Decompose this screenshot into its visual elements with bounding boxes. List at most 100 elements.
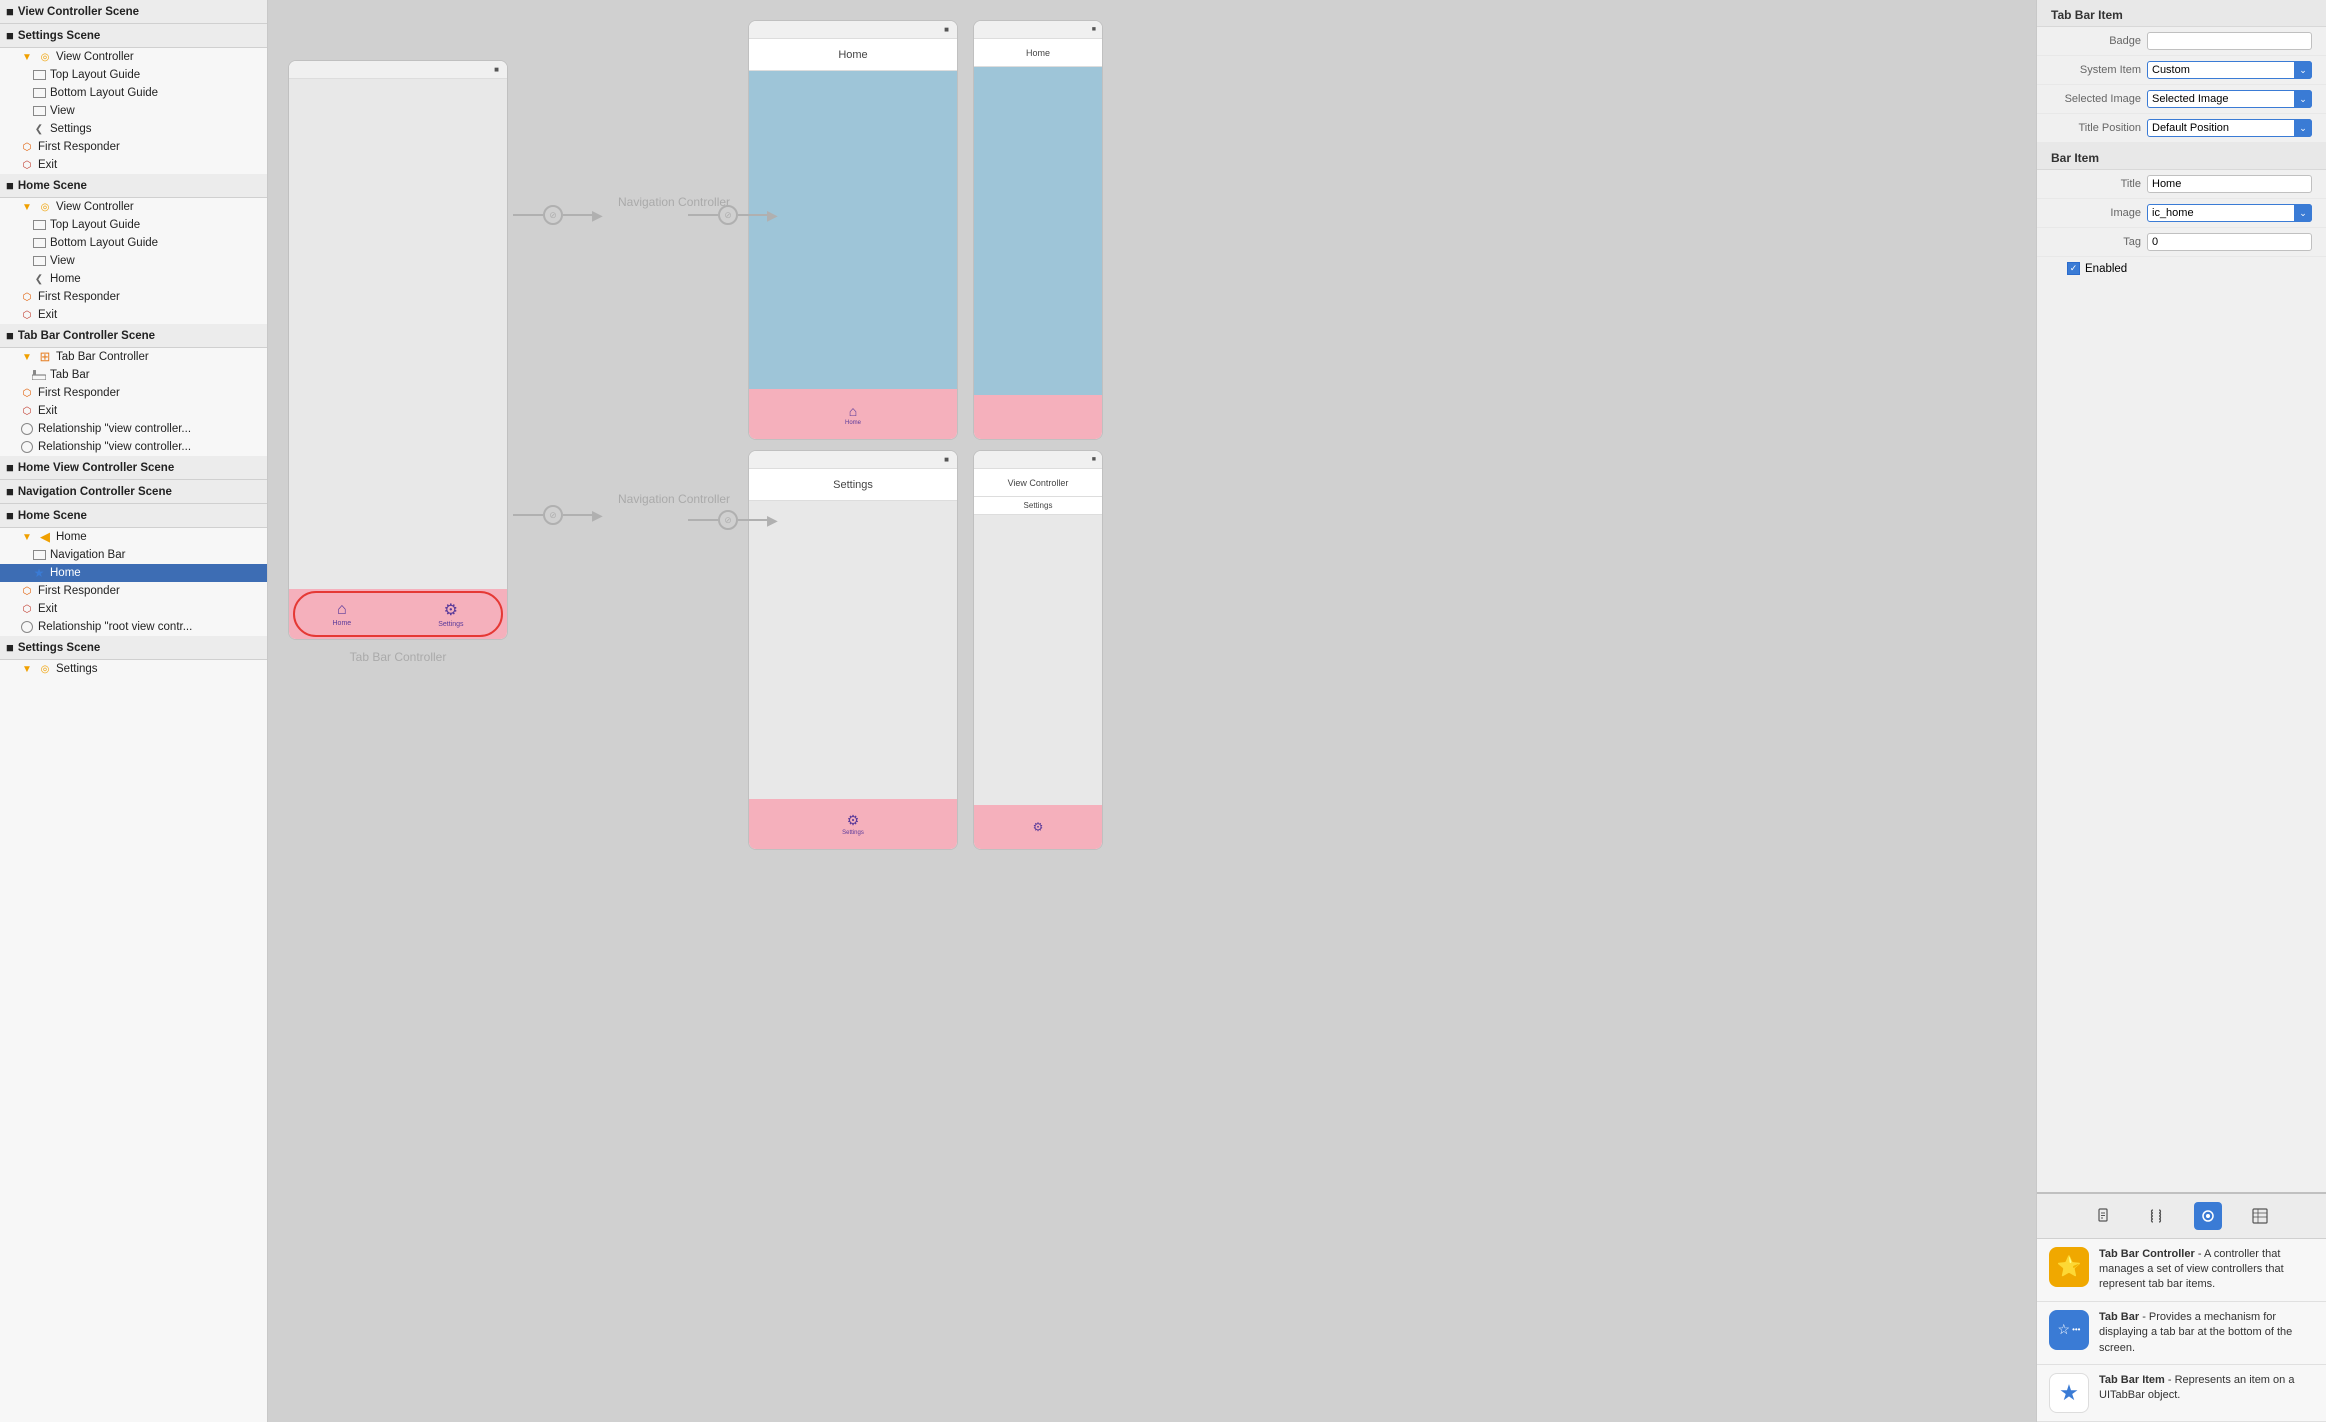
title-value[interactable] <box>2147 175 2312 193</box>
tbc-info-title: Tab Bar Controller <box>2099 1248 2195 1260</box>
systemitem-select[interactable]: Custom More Favorites Featured Top Rated… <box>2147 61 2312 79</box>
circle-icon <box>20 440 34 454</box>
tab-curly-btn[interactable] <box>2142 1202 2170 1230</box>
scene-home[interactable]: ■ Home Scene <box>0 174 267 198</box>
exit-icon: ⬡ <box>20 308 34 322</box>
enabled-label: Enabled <box>2085 263 2127 275</box>
image-row: Image ic_home ⌄ <box>2037 199 2326 228</box>
tree-item[interactable]: ⬡ Exit <box>0 402 267 420</box>
selectedimage-select-wrap[interactable]: Selected Image ⌄ <box>2147 90 2312 108</box>
tree-item[interactable]: ⬡ First Responder <box>0 384 267 402</box>
tree-item[interactable]: Bottom Layout Guide <box>0 234 267 252</box>
tree-item[interactable]: ⬡ Exit <box>0 156 267 174</box>
vc-phone2-title: View Controller <box>1008 478 1069 488</box>
scene-home2[interactable]: ■ Home Scene <box>0 504 267 528</box>
image-select[interactable]: ic_home <box>2147 204 2312 222</box>
tree-item[interactable]: ▼ ⊞ Tab Bar Controller <box>0 348 267 366</box>
scene-label: Tab Bar Controller Scene <box>18 330 155 342</box>
home-phone: ■ Home ⌂ Home <box>748 20 958 440</box>
item-label: Top Layout Guide <box>50 69 140 81</box>
scene-label: Home Scene <box>18 180 87 192</box>
tree-item[interactable]: ▼ ◀ Home <box>0 528 267 546</box>
tree-item[interactable]: View <box>0 252 267 270</box>
tree-item[interactable]: ▼ ◎ View Controller <box>0 198 267 216</box>
tree-item[interactable]: Top Layout Guide <box>0 66 267 84</box>
image-label: Image <box>2051 207 2141 219</box>
tree-item[interactable]: Relationship "view controller... <box>0 420 267 438</box>
select-arrow-icon4: ⌄ <box>2294 204 2312 222</box>
rect-icon <box>32 86 46 100</box>
canvas: ■ ⌂ Home ⚙ Settings <box>268 0 2036 1422</box>
item-label: Relationship "root view contr... <box>38 621 192 633</box>
scene-icon: ■ <box>6 508 14 523</box>
scene-homevc[interactable]: ■ Home View Controller Scene <box>0 456 267 480</box>
titleposition-label: Title Position <box>2051 122 2141 134</box>
rect-icon <box>32 254 46 268</box>
badge-value[interactable] <box>2147 32 2312 50</box>
tag-input[interactable] <box>2147 233 2312 251</box>
item-label: View <box>50 255 75 267</box>
tab-table-btn[interactable] <box>2246 1202 2274 1230</box>
tree-item[interactable]: ❮ Home <box>0 270 267 288</box>
enabled-checkbox[interactable]: ✓ <box>2067 262 2080 275</box>
tree-item[interactable]: ⬡ First Responder <box>0 288 267 306</box>
selectedimage-label: Selected Image <box>2051 93 2141 105</box>
tab-file-btn[interactable] <box>2090 1202 2118 1230</box>
item-label: Top Layout Guide <box>50 219 140 231</box>
selectedimage-select[interactable]: Selected Image <box>2147 90 2312 108</box>
tree-item[interactable]: ❮ Settings <box>0 120 267 138</box>
image-select-wrap[interactable]: ic_home ⌄ <box>2147 204 2312 222</box>
tree-item[interactable]: ⬡ Exit <box>0 600 267 618</box>
tree-item[interactable]: Top Layout Guide <box>0 216 267 234</box>
vc-phone: ■ Home <box>973 20 1103 440</box>
scene-view-controller[interactable]: ■ View Controller Scene <box>0 0 267 24</box>
tree-item[interactable]: ⬡ First Responder <box>0 138 267 156</box>
tree-item[interactable]: ▼ ◎ Settings <box>0 660 267 678</box>
selectedimage-row: Selected Image Selected Image ⌄ <box>2037 85 2326 114</box>
tree-item[interactable]: Bottom Layout Guide <box>0 84 267 102</box>
badge-input[interactable] <box>2147 32 2312 50</box>
arrow2: ⊘ ▶ <box>513 505 603 525</box>
tabbar-info-text: Tab Bar - Provides a mechanism for displ… <box>2099 1310 2314 1356</box>
scene-navctrl[interactable]: ■ Navigation Controller Scene <box>0 480 267 504</box>
tbc-phone-frame: ■ ⌂ Home ⚙ Settings <box>288 60 508 640</box>
tag-label: Tag <box>2051 236 2141 248</box>
systemitem-select-wrap[interactable]: Custom More Favorites Featured Top Rated… <box>2147 61 2312 79</box>
item-label: First Responder <box>38 141 120 153</box>
tabbaritem-section-title: Tab Bar Item <box>2037 0 2326 27</box>
tree-item[interactable]: Relationship "root view contr... <box>0 618 267 636</box>
title-input[interactable] <box>2147 175 2312 193</box>
tree-item[interactable]: Tab Bar <box>0 366 267 384</box>
right-bottom: ⭐ Tab Bar Controller - A controller that… <box>2037 1192 2326 1422</box>
item-label: Home <box>50 567 81 579</box>
title-label: Title <box>2051 178 2141 190</box>
scene-icon: ■ <box>6 460 14 475</box>
info-tabbar: ☆ ••• Tab Bar - Provides a mechanism for… <box>2037 1302 2326 1365</box>
tree-item[interactable]: ⬡ Exit <box>0 306 267 324</box>
tbc-icon: ⭐ <box>2049 1247 2089 1287</box>
tree-item[interactable]: Navigation Bar <box>0 546 267 564</box>
rect-icon <box>32 236 46 250</box>
titleposition-select[interactable]: Default Position Above Image Below Image… <box>2147 119 2312 137</box>
tree-item-home-selected[interactable]: ★ Home <box>0 564 267 582</box>
titleposition-select-wrap[interactable]: Default Position Above Image Below Image… <box>2147 119 2312 137</box>
tag-value[interactable] <box>2147 233 2312 251</box>
responder-icon: ⬡ <box>20 386 34 400</box>
nav-icon: ◀ <box>38 530 52 544</box>
systemitem-row: System Item Custom More Favorites Featur… <box>2037 56 2326 85</box>
triangle-icon: ▼ <box>20 530 34 544</box>
scene-settings[interactable]: ■ Settings Scene <box>0 24 267 48</box>
scene-icon: ■ <box>6 484 14 499</box>
item-label: Relationship "view controller... <box>38 441 191 453</box>
tab-circle-btn[interactable] <box>2194 1202 2222 1230</box>
triangle-icon: ▼ <box>20 200 34 214</box>
tree-item[interactable]: ▼ ◎ View Controller <box>0 48 267 66</box>
scene-tabbar[interactable]: ■ Tab Bar Controller Scene <box>0 324 267 348</box>
scene-settings2[interactable]: ■ Settings Scene <box>0 636 267 660</box>
item-label: First Responder <box>38 387 120 399</box>
tree-item[interactable]: Relationship "view controller... <box>0 438 267 456</box>
tree-item[interactable]: View <box>0 102 267 120</box>
tree-item[interactable]: ⬡ First Responder <box>0 582 267 600</box>
item-label: Home <box>56 531 87 543</box>
item-label: View Controller <box>56 201 134 213</box>
